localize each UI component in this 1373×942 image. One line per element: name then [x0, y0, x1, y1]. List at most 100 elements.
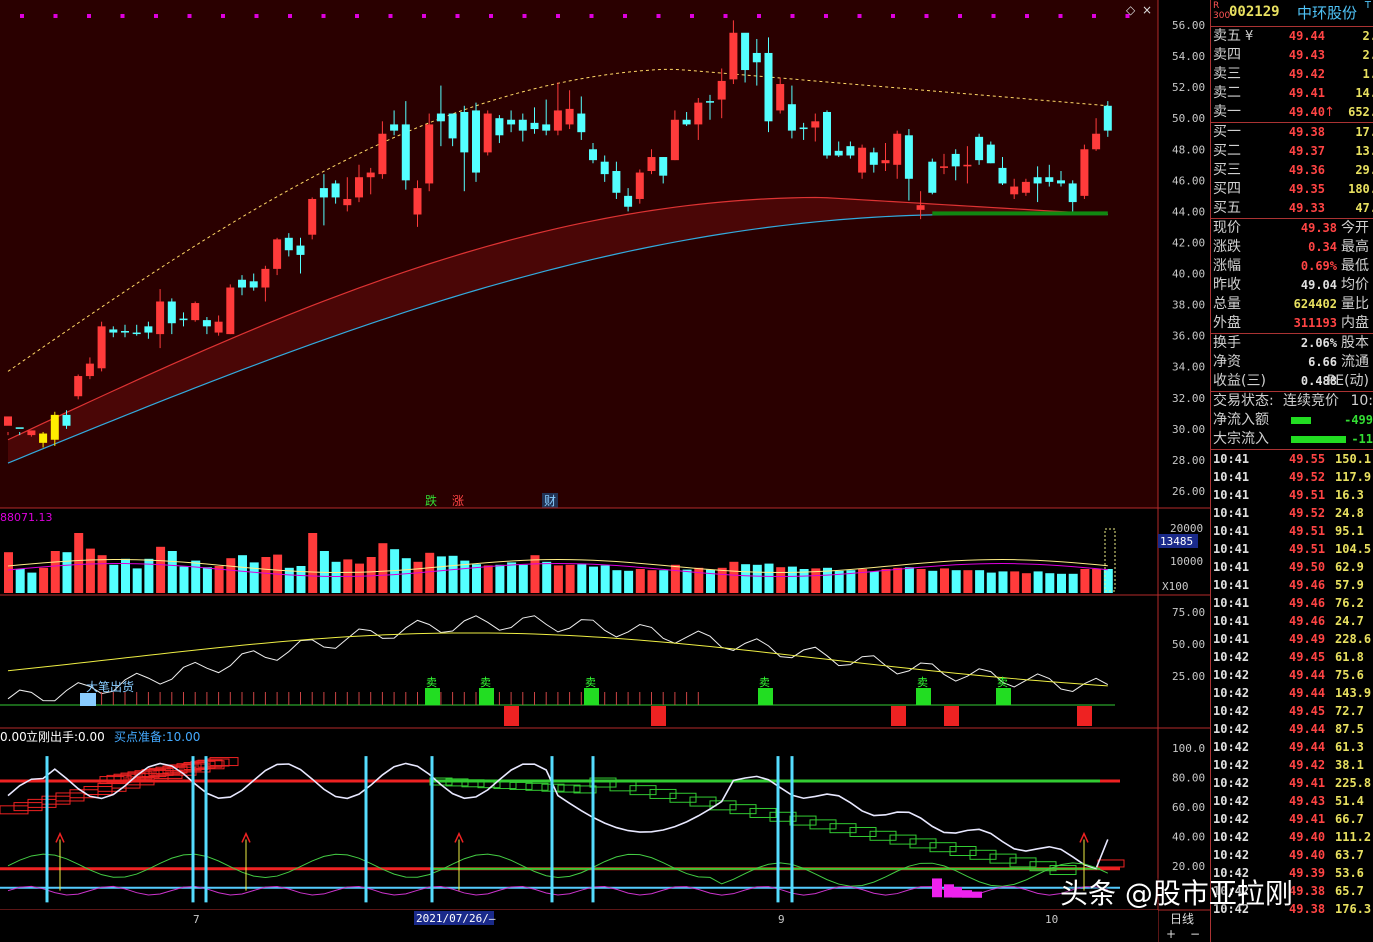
- top-dot-marker: [556, 14, 560, 18]
- candle-body: [331, 183, 340, 198]
- ind2-magenta-block: [962, 890, 972, 898]
- sell-box: [479, 688, 494, 705]
- stats-list: 现价 49.38 今开 涨跌 0.34 最高 涨幅 0.69% 最低 昨收 49.04 均价 总量 624…: [1211, 219, 1373, 333]
- date-axis-bg: [0, 910, 1158, 942]
- tick-row[interactable]: 10:42 49.45 72.7: [1211, 702, 1373, 720]
- tick-row[interactable]: 10:42 49.44 87.5: [1211, 720, 1373, 738]
- sell-label: 卖: [426, 676, 437, 689]
- tick-row[interactable]: 10:42 49.41 225.8: [1211, 774, 1373, 792]
- flow-label: 净流入额: [1213, 412, 1269, 428]
- stat2-row-label2: 股本: [1341, 335, 1369, 351]
- tick-row[interactable]: 10:41 49.55 150.1: [1211, 450, 1373, 468]
- quote-panel: R 300 002129 中环股份 T 卖五¥49.442.卖四49.432.卖…: [1210, 0, 1373, 942]
- tick-time: 10:42: [1213, 848, 1250, 862]
- tick-time: 10:42: [1213, 812, 1250, 826]
- tick-row[interactable]: 10:42 49.43 51.4: [1211, 792, 1373, 810]
- price-axis-label: 44.00: [1172, 205, 1205, 218]
- tick-row[interactable]: 10:41 49.46 76.2: [1211, 594, 1373, 612]
- ind2-legend-c-name: 买点准备:: [114, 730, 166, 744]
- top-dot-marker: [288, 14, 292, 18]
- tick-price: 49.44: [1289, 668, 1326, 682]
- tick-row[interactable]: 10:42 49.44 61.3: [1211, 738, 1373, 756]
- tick-row[interactable]: 10:41 49.52 117.9: [1211, 468, 1373, 486]
- tick-row[interactable]: 10:42 49.42 38.1: [1211, 756, 1373, 774]
- bid-price: 49.33: [1288, 201, 1325, 215]
- ask-row[interactable]: 卖三 49.42 1.: [1211, 65, 1373, 84]
- top-dot-marker: [623, 14, 627, 18]
- tick-row[interactable]: 10:41 49.49 228.6: [1211, 630, 1373, 648]
- bid-row[interactable]: 买四 49.35 180.: [1211, 180, 1373, 199]
- price-axis-label: 52.00: [1172, 81, 1205, 94]
- tick-row[interactable]: 10:41 49.51 16.3: [1211, 486, 1373, 504]
- ind2-axis-label: 100.0: [1172, 742, 1205, 755]
- price-axis-label: 34.00: [1172, 361, 1205, 374]
- tick-volume: 111.2: [1335, 830, 1372, 844]
- bid-price: 49.38: [1288, 125, 1325, 139]
- top-dot-marker: [20, 14, 24, 18]
- stat-row: 涨跌 0.34 最高: [1211, 238, 1373, 257]
- ask-label: 卖一: [1213, 104, 1241, 120]
- tick-time: 10:41: [1213, 524, 1250, 538]
- tick-row[interactable]: 10:42 49.44 143.9: [1211, 684, 1373, 702]
- candle-body: [846, 146, 855, 156]
- bid-row[interactable]: 买三 49.36 29.: [1211, 161, 1373, 180]
- tick-list[interactable]: 10:41 49.55 150.1 10:41 49.52 117.9 10:41 49.51…: [1211, 450, 1373, 918]
- candle-body: [62, 414, 71, 426]
- tick-price: 49.52: [1289, 506, 1326, 520]
- candle-body: [928, 161, 937, 193]
- top-dot-marker: [221, 14, 225, 18]
- tick-row[interactable]: 10:42 49.40 63.7: [1211, 846, 1373, 864]
- tick-price: 49.55: [1289, 452, 1326, 466]
- tick-time: 10:41: [1213, 506, 1250, 520]
- stock-name[interactable]: 中环股份: [1297, 2, 1357, 23]
- volume-bar: [472, 564, 481, 593]
- volume-bar: [694, 567, 704, 593]
- bid-row[interactable]: 买五 49.33 47.: [1211, 199, 1373, 218]
- candle-body: [986, 144, 995, 164]
- tick-row[interactable]: 10:41 49.51 95.1: [1211, 522, 1373, 540]
- tick-row[interactable]: 10:41 49.51 104.5: [1211, 540, 1373, 558]
- bid-row[interactable]: 买一 49.38 17.: [1211, 123, 1373, 142]
- ask-row[interactable]: 卖一 49.40↑ 652.: [1211, 103, 1373, 122]
- candle-body: [624, 195, 633, 207]
- ask-price: 49.44: [1288, 29, 1325, 43]
- tick-row[interactable]: 10:42 49.40 111.2: [1211, 828, 1373, 846]
- volume-bar: [659, 570, 669, 593]
- tick-time: 10:41: [1213, 488, 1250, 502]
- sell-label: 卖: [585, 676, 596, 689]
- volume-bar: [553, 565, 563, 593]
- candle-body: [144, 326, 153, 333]
- tick-row[interactable]: 10:41 49.46 24.7: [1211, 612, 1373, 630]
- volume-bar: [893, 567, 903, 593]
- ind2-axis-label: 80.00: [1172, 772, 1205, 785]
- ask-row[interactable]: 卖二 49.41 14.: [1211, 84, 1373, 103]
- bid-row[interactable]: 买二 49.37 13.: [1211, 142, 1373, 161]
- candle-body: [4, 416, 12, 426]
- stat-row-value: 0.69%: [1300, 259, 1337, 273]
- kline-chart-svg[interactable]: 56.00 54.00 52.00 50.00 48.00 46.00 44.00 42.00…: [0, 0, 1210, 942]
- tick-row[interactable]: 10:41 49.52 24.8: [1211, 504, 1373, 522]
- tick-row[interactable]: 10:42 49.44 75.6: [1211, 666, 1373, 684]
- tick-row[interactable]: 10:41 49.46 57.9: [1211, 576, 1373, 594]
- tick-row[interactable]: 10:42 49.41 66.7: [1211, 810, 1373, 828]
- sell-label: 卖: [917, 676, 928, 689]
- volume-bar: [682, 569, 692, 593]
- ind2-white-line: [7, 762, 1109, 870]
- candle-body: [413, 188, 422, 215]
- candle-body: [940, 166, 948, 168]
- ask-row[interactable]: 卖五 ¥49.44 2.: [1211, 27, 1373, 46]
- top-dot-marker: [924, 14, 929, 18]
- candle-body: [1021, 181, 1030, 193]
- stock-code[interactable]: 002129: [1229, 4, 1280, 20]
- candle-body: [600, 161, 609, 175]
- tick-row[interactable]: 10:42 49.45 61.8: [1211, 648, 1373, 666]
- ask-row[interactable]: 卖四 49.43 2.: [1211, 46, 1373, 65]
- volume-bar: [50, 551, 60, 593]
- tick-volume: 228.6: [1335, 632, 1372, 646]
- kline-chart-area[interactable]: 56.00 54.00 52.00 50.00 48.00 46.00 44.00 42.00…: [0, 0, 1210, 942]
- candle-body: [858, 147, 867, 173]
- stat-row-label2: 最低: [1341, 258, 1369, 274]
- ind2-step-green: [889, 834, 917, 845]
- tick-row[interactable]: 10:41 49.50 62.9: [1211, 558, 1373, 576]
- candle-body: [951, 153, 960, 167]
